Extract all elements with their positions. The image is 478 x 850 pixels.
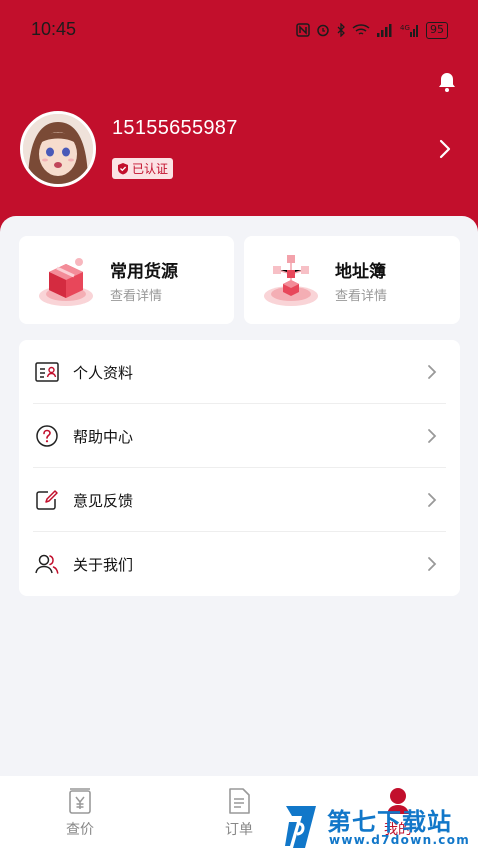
settings-menu: 个人资料 帮助中心 意见反馈 关于我们 [19,340,460,596]
chevron-right-icon [428,557,437,571]
menu-item-about[interactable]: 关于我们 [19,532,460,596]
bluetooth-icon [337,23,345,37]
chevron-right-icon [428,429,437,443]
avatar[interactable] [20,111,96,187]
wifi-icon [352,24,370,35]
card-title: 常用货源 [110,262,178,282]
card-subtitle: 查看详情 [110,289,163,304]
chevron-right-icon [428,493,437,507]
alarm-icon [317,24,329,37]
box-icon [39,258,93,306]
signal-icon [377,24,392,37]
watermark-text: 第七下载站 [327,808,452,836]
network-icon [264,255,318,306]
chevron-right-icon[interactable] [436,138,454,160]
signal-4g-icon: 4G [400,24,418,37]
tab-price[interactable]: 查价 [30,776,130,850]
battery-indicator: 95 [426,21,448,39]
users-icon [35,554,59,574]
edit-icon [36,490,58,510]
verified-label: 已认证 [132,162,169,176]
verified-badge: 已认证 [112,158,174,179]
menu-label: 个人资料 [73,364,134,382]
tab-label: 订单 [225,822,253,838]
menu-item-profile[interactable]: 个人资料 [19,340,460,404]
menu-label: 关于我们 [73,556,134,574]
status-bar: 10:45 4G 95 [0,0,478,58]
chevron-right-icon [428,365,437,379]
menu-label: 意见反馈 [73,492,134,510]
nfc-icon [296,23,310,37]
status-icons: 4G 95 [296,20,448,40]
status-time: 10:45 [31,19,77,39]
card-common-sources[interactable]: 常用货源 查看详情 [19,236,234,324]
bell-icon[interactable] [435,70,459,94]
avatar-image [23,114,93,184]
watermark-logo [285,806,316,848]
phone-number: 15155655987 [112,117,238,139]
tab-orders[interactable]: 订单 [189,776,289,850]
watermark: 第七下载站 www.d7down.com [283,800,478,850]
watermark-url: www.d7down.com [329,833,471,847]
id-card-icon [35,362,59,382]
card-title: 地址簿 [335,262,386,282]
card-subtitle: 查看详情 [335,289,388,304]
shield-check-icon [118,163,128,175]
document-icon [229,788,250,814]
menu-label: 帮助中心 [73,428,134,446]
help-icon [36,425,58,447]
menu-item-feedback[interactable]: 意见反馈 [19,468,460,532]
svg-text:4G: 4G [400,24,410,32]
tab-label: 查价 [66,822,94,838]
card-address-book[interactable]: 地址簿 查看详情 [244,236,460,324]
price-icon [69,788,91,814]
menu-item-help[interactable]: 帮助中心 [19,404,460,468]
